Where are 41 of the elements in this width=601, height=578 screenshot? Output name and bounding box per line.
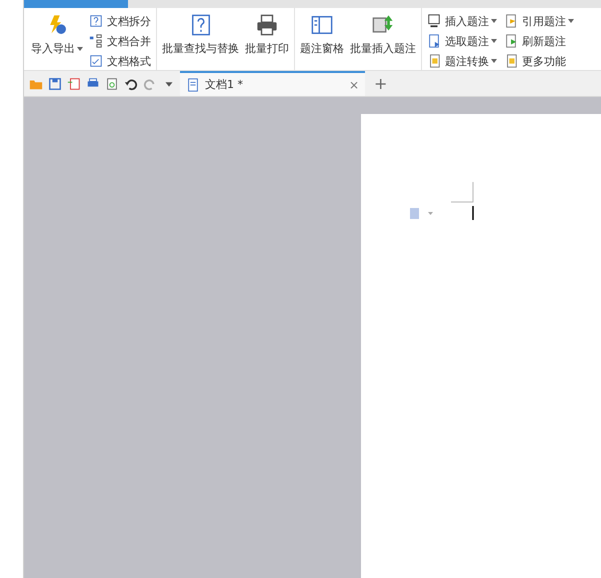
document-icon [504, 14, 518, 28]
new-tab-button[interactable]: + [368, 74, 394, 93]
ribbon-button[interactable]: 题注窗格 [298, 12, 346, 58]
ribbon-button[interactable]: 批量查找与替换 [160, 12, 241, 58]
redo-icon [143, 76, 157, 90]
document-tab[interactable]: 文档1 * × [180, 71, 365, 96]
export-icon [67, 76, 81, 90]
close-icon[interactable]: × [348, 78, 359, 92]
ribbon-button[interactable]: 文档拆分 [87, 12, 153, 30]
ribbon-button[interactable]: 文档合并 [87, 32, 153, 50]
monitor-icon [427, 14, 441, 28]
caret-icon [77, 46, 83, 51]
ribbon-button[interactable]: 批量插入题注 [348, 12, 418, 58]
ribbon-button[interactable]: 文档格式 [87, 52, 153, 70]
caret-icon [568, 19, 574, 24]
merge-icon [89, 34, 103, 48]
ribbon-button[interactable]: 选取题注 [425, 32, 499, 50]
refresh-page-icon [504, 34, 518, 48]
document-icon [427, 54, 441, 68]
document-icon [427, 34, 441, 48]
caret-icon [491, 19, 497, 24]
pane-icon [311, 14, 333, 36]
ribbon-button[interactable]: 插入题注 [425, 12, 499, 30]
document-check-icon [89, 54, 103, 68]
caret-icon [491, 39, 497, 44]
undo-icon [124, 76, 138, 90]
preview-icon [105, 76, 119, 90]
question-page-icon [89, 14, 103, 28]
ribbon-button[interactable]: 更多功能 [502, 52, 576, 70]
document-icon [186, 78, 200, 92]
ribbon-button[interactable]: 批量打印 [243, 12, 291, 58]
ribbon-button[interactable]: 引用题注 [502, 12, 576, 30]
ribbon-button[interactable]: 题注转换 [425, 52, 499, 70]
printer-icon [256, 14, 278, 36]
document-icon [504, 54, 518, 68]
caret-icon [491, 59, 497, 64]
save-icon [48, 76, 62, 90]
question-page-icon [190, 14, 212, 36]
ribbon-button[interactable]: 导入导出 [29, 12, 85, 58]
toolbar-button[interactable] [104, 76, 120, 92]
ribbon-button[interactable]: 刷新题注 [502, 32, 576, 50]
